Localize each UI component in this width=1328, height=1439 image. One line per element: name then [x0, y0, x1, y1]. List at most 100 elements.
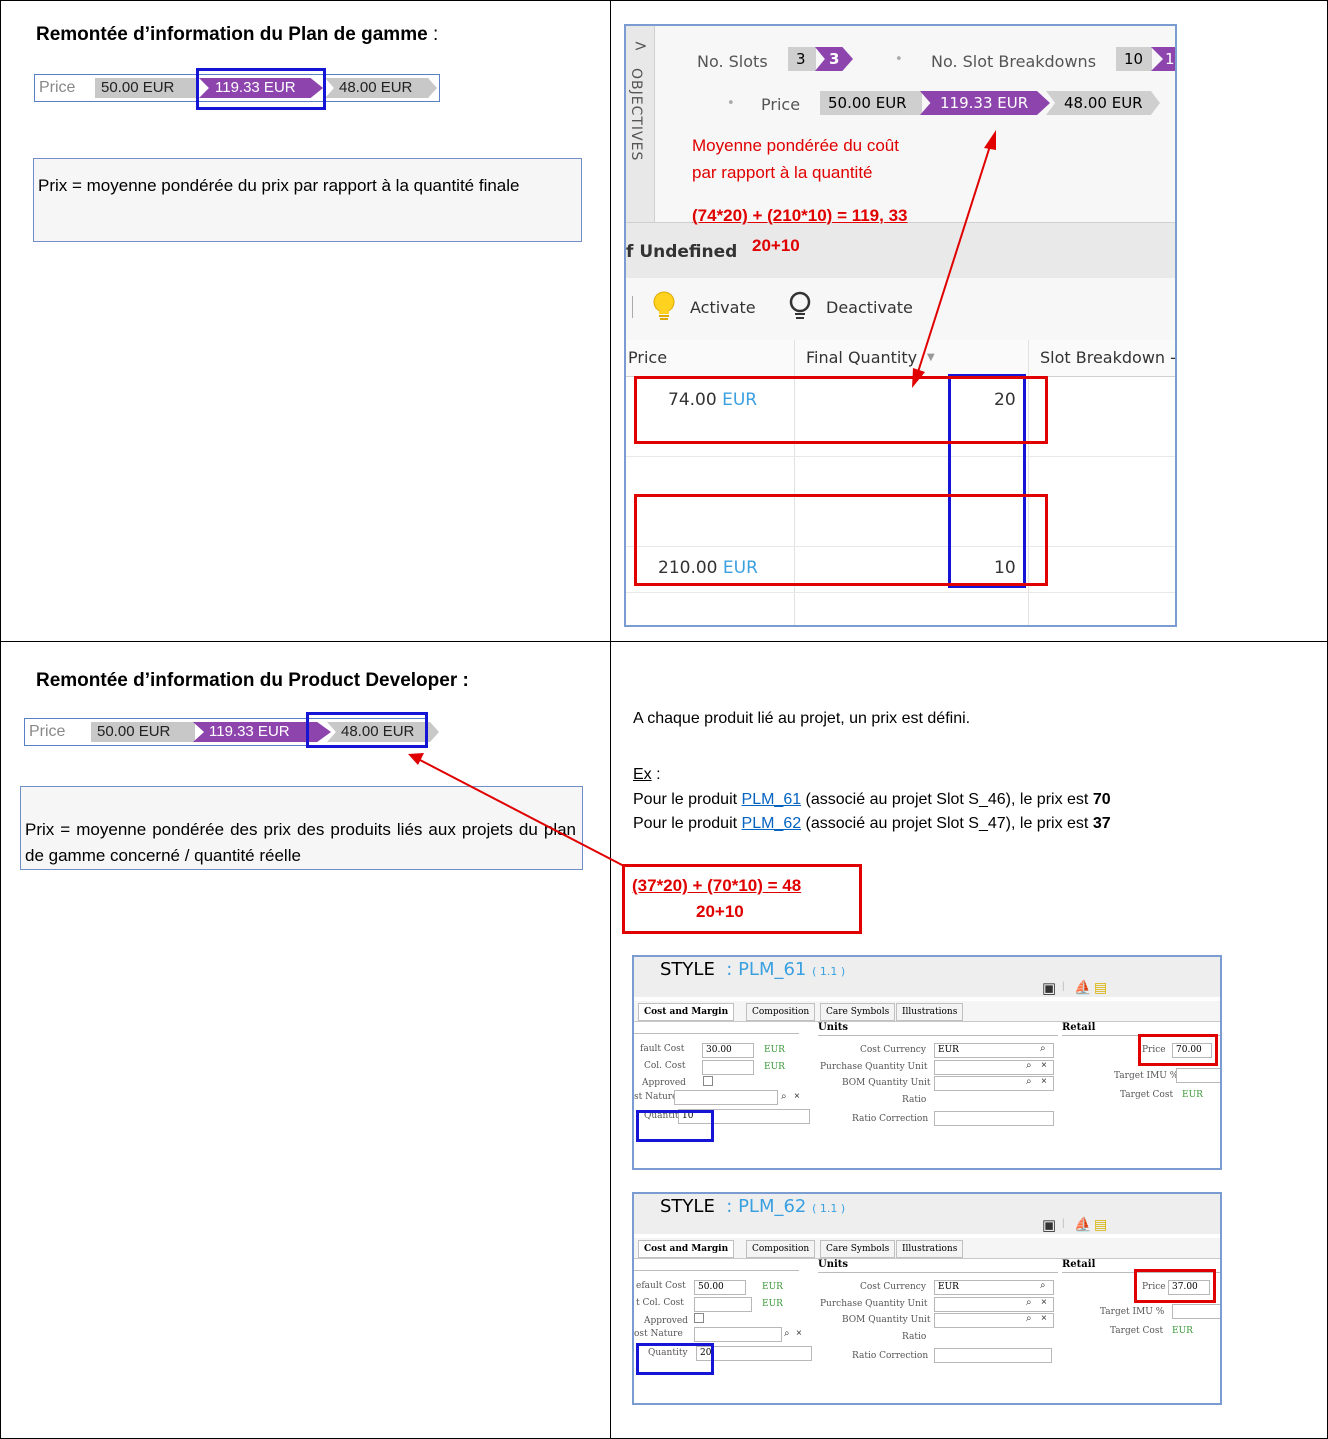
default-cost-currency: EUR [762, 1282, 783, 1292]
clear-icon[interactable]: × [1041, 1076, 1047, 1087]
target-imu-label: Target IMU % [1114, 1071, 1179, 1081]
ratio-label: Ratio [902, 1332, 927, 1342]
plan-section-heading: Remontée d’information du Plan de gamme … [36, 24, 439, 45]
default-cost-input[interactable]: 30.00 [702, 1043, 754, 1058]
ratio-label: Ratio [902, 1095, 927, 1105]
clear-icon[interactable]: × [1041, 1313, 1047, 1324]
tab-illustrations[interactable]: Illustrations [896, 1003, 964, 1021]
tab-care-symbols[interactable]: Care Symbols [820, 1003, 896, 1021]
purchase-quantity-unit-input[interactable] [934, 1297, 1054, 1312]
definition-note: Prix = moyenne pondérée des prix des pro… [20, 786, 583, 870]
section-line [634, 1033, 799, 1034]
target-cost-currency: EUR [1172, 1326, 1193, 1336]
objectives-price-value-2: 119.33 EUR [920, 91, 1050, 115]
link-icon[interactable]: ⛵ [1074, 1216, 1091, 1233]
price-separator: • [727, 96, 735, 111]
clear-icon[interactable]: × [794, 1091, 800, 1102]
approved-checkbox[interactable] [703, 1076, 713, 1086]
bulb-on-icon [653, 291, 675, 320]
default-cost-input[interactable]: 50.00 [694, 1280, 746, 1295]
target-imu-input[interactable] [1176, 1068, 1220, 1083]
cost-currency-label: Cost Currency [860, 1045, 926, 1055]
search-icon[interactable]: ⌕ [1026, 1297, 1032, 1308]
activate-label: Activate [690, 298, 756, 317]
target-imu-input[interactable] [1172, 1304, 1220, 1319]
annotation-line-1: Moyenne pondérée du coût [692, 136, 899, 155]
toolbar-divider [632, 296, 633, 318]
default-cost-label: fault Cost [640, 1044, 685, 1054]
tab-bar: Cost and Margin Composition Care Symbols… [634, 1238, 1220, 1259]
search-icon[interactable]: ⌕ [1026, 1313, 1032, 1324]
units-header: Units [818, 1259, 849, 1270]
save-icon[interactable]: ▣ [1042, 979, 1056, 997]
ratio-correction-label: Ratio Correction [852, 1351, 929, 1361]
tab-cost-and-margin[interactable]: Cost and Margin [638, 1240, 735, 1258]
column-header-slot-breakdown[interactable]: Slot Breakdown - [1040, 348, 1175, 367]
cost-currency-input[interactable]: EUR [934, 1280, 1054, 1295]
highlight-box [196, 68, 326, 110]
example-label: Ex : [633, 766, 661, 783]
approved-label: Approved [644, 1316, 688, 1326]
breakdowns-label: No. Slot Breakdowns [931, 52, 1097, 71]
ratio-correction-input[interactable] [934, 1111, 1054, 1126]
definition-note: Prix = moyenne pondérée du prix par rapp… [33, 158, 582, 242]
tab-care-symbols[interactable]: Care Symbols [820, 1240, 896, 1258]
formula-numerator: (37*20) + (70*10) = 48 [632, 876, 802, 895]
tab-composition[interactable]: Composition [746, 1003, 816, 1021]
col-cost-input[interactable] [702, 1060, 754, 1075]
bom-quantity-unit-input[interactable] [934, 1313, 1054, 1328]
section-line [818, 1035, 1058, 1036]
formula-denominator: 20+10 [752, 236, 800, 255]
annotation-text: Moyenne pondérée du coût par rapport à l… [692, 132, 899, 186]
cost-currency-label: Cost Currency [860, 1282, 926, 1292]
ratio-correction-input[interactable] [934, 1348, 1052, 1363]
purchase-quantity-unit-input[interactable] [934, 1060, 1054, 1075]
cost-currency-input[interactable]: EUR [934, 1043, 1054, 1058]
clear-icon[interactable]: × [1041, 1060, 1047, 1071]
tab-composition[interactable]: Composition [746, 1240, 816, 1258]
section-line [634, 1270, 799, 1271]
notes-icon[interactable]: ▤ [1094, 979, 1107, 996]
breakdowns-value-1: 10 [1116, 47, 1152, 71]
sort-icon[interactable]: ▼ [927, 352, 935, 363]
cost-nature-input[interactable] [694, 1327, 782, 1342]
search-icon[interactable]: ⌕ [784, 1328, 790, 1339]
search-icon[interactable]: ⌕ [1040, 1280, 1046, 1291]
column-header-final-quantity[interactable]: Final Quantity [806, 348, 917, 367]
plm-62-link[interactable]: PLM_62 [742, 815, 802, 832]
column-header-price[interactable]: Price [628, 348, 667, 367]
search-icon[interactable]: ⌕ [781, 1091, 787, 1102]
approved-checkbox[interactable] [694, 1313, 704, 1323]
tab-cost-and-margin[interactable]: Cost and Margin [638, 1003, 735, 1021]
col-cost-currency: EUR [764, 1062, 785, 1072]
objectives-price-value-1: 50.00 EUR [820, 91, 922, 115]
formula-box [622, 864, 862, 934]
slots-value-1: 3 [788, 47, 816, 71]
units-header: Units [818, 1022, 849, 1033]
bom-quantity-unit-input[interactable] [934, 1076, 1054, 1091]
purchase-quantity-unit-label: Purchase Quantity Unit [820, 1299, 928, 1309]
save-icon[interactable]: ▣ [1042, 1216, 1056, 1234]
cost-nature-input[interactable] [674, 1090, 778, 1105]
retail-header: Retail [1062, 1022, 1096, 1033]
search-icon[interactable]: ⌕ [1026, 1076, 1032, 1087]
col-cost-label: Col. Cost [644, 1061, 686, 1071]
tab-illustrations[interactable]: Illustrations [896, 1240, 964, 1258]
pd-intro: A chaque produit lié au projet, un prix … [633, 710, 971, 727]
clear-icon[interactable]: × [796, 1328, 802, 1339]
tab-bar: Cost and Margin Composition Care Symbols… [634, 1001, 1220, 1022]
cost-nature-label: st Nature [634, 1092, 678, 1102]
example-line-1: Pour le produit PLM_61 (associé au proje… [633, 791, 1111, 808]
highlight-box [636, 1110, 714, 1142]
col-cost-label: t Col. Cost [636, 1298, 684, 1308]
example-line-2: Pour le produit PLM_62 (associé au proje… [633, 815, 1111, 832]
col-cost-input[interactable] [694, 1297, 752, 1312]
link-icon[interactable]: ⛵ [1074, 979, 1091, 996]
plm-61-link[interactable]: PLM_61 [742, 791, 802, 808]
clear-icon[interactable]: × [1041, 1297, 1047, 1308]
deactivate-label: Deactivate [826, 298, 913, 317]
chevron-right-icon[interactable]: > [634, 36, 647, 55]
notes-icon[interactable]: ▤ [1094, 1216, 1107, 1233]
search-icon[interactable]: ⌕ [1040, 1043, 1046, 1054]
search-icon[interactable]: ⌕ [1026, 1060, 1032, 1071]
